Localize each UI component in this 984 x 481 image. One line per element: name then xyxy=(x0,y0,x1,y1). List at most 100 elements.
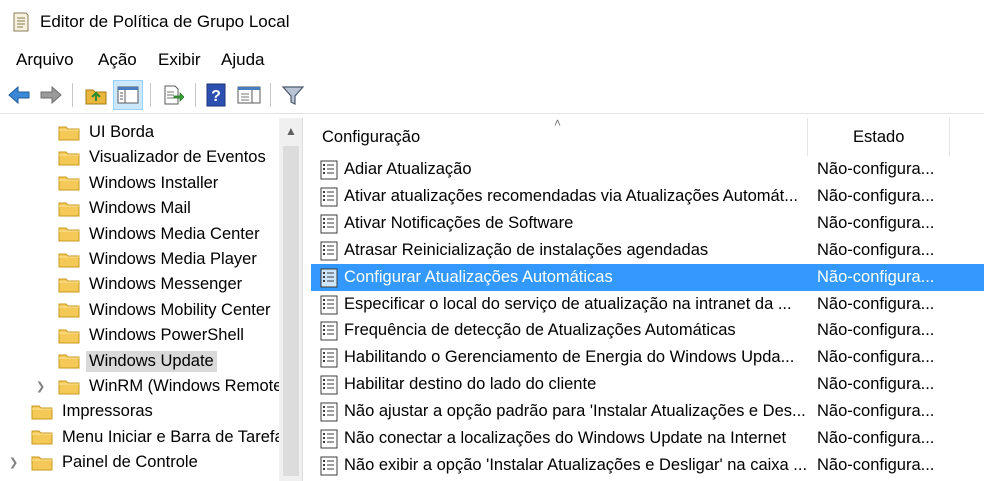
policy-setting-icon xyxy=(320,321,338,341)
show-hide-console-tree-button[interactable] xyxy=(113,80,143,110)
tree-vertical-scrollbar[interactable]: ▲ xyxy=(279,118,302,481)
policy-name: Não conectar a localizações do Windows U… xyxy=(344,429,787,447)
tree-item[interactable]: Visualizador de Eventos xyxy=(58,145,266,170)
column-header-label: Configuração xyxy=(322,127,421,146)
export-list-button[interactable] xyxy=(158,80,188,110)
folder-icon xyxy=(58,354,80,369)
policy-row[interactable]: Especificar o local do serviço de atuali… xyxy=(311,291,984,318)
tree-item[interactable]: Menu Iniciar e Barra de Tarefa xyxy=(31,425,284,450)
tree-item-label: Painel de Controle xyxy=(62,453,198,472)
menu-arquivo[interactable]: Arquivo xyxy=(16,50,74,70)
tree-item[interactable]: Windows Mobility Center xyxy=(58,298,271,323)
policy-row[interactable]: Não ajustar a opção padrão para 'Instala… xyxy=(311,398,984,425)
policy-setting-icon xyxy=(320,241,338,261)
policy-row[interactable]: Atrasar Reinicialização de instalações a… xyxy=(311,237,984,264)
expand-chevron-icon[interactable]: ❯ xyxy=(36,380,45,393)
tree-item[interactable]: Windows Mail xyxy=(58,196,191,221)
policy-state: Não-configura... xyxy=(817,240,935,259)
policy-state: Não-configura... xyxy=(817,348,935,367)
tree-item-label: Windows Messenger xyxy=(89,275,243,294)
tree-item[interactable]: Windows PowerShell xyxy=(58,323,244,348)
tree-item-label: Windows Installer xyxy=(89,173,219,192)
expand-chevron-icon[interactable]: ❯ xyxy=(9,456,18,469)
policy-name: Não exibir a opção 'Instalar Atualizaçõe… xyxy=(344,455,808,474)
policy-row[interactable]: Ativar atualizações recomendadas via Atu… xyxy=(311,183,984,210)
back-arrow-icon xyxy=(8,85,30,105)
policy-setting-icon xyxy=(320,429,338,449)
policy-state: Não-configura... xyxy=(817,321,935,340)
toolbar-separator xyxy=(72,83,73,107)
policy-setting-icon xyxy=(320,348,338,368)
tree-item[interactable]: Windows Installer xyxy=(58,171,218,196)
folder-icon xyxy=(58,126,80,140)
menu-ajuda[interactable]: Ajuda xyxy=(221,50,264,70)
policy-row[interactable]: Não conectar a localizações do Windows U… xyxy=(311,425,984,452)
up-one-level-button[interactable] xyxy=(81,80,111,110)
forward-button[interactable] xyxy=(36,80,66,110)
policy-editor-app-icon xyxy=(13,12,29,32)
help-button[interactable]: ? xyxy=(201,80,231,110)
tree-item-label: UI Borda xyxy=(89,123,155,141)
column-header-label: Estado xyxy=(853,127,905,146)
tree-item-label: Windows Update xyxy=(86,350,217,372)
title-bar: Editor de Política de Grupo Local xyxy=(0,0,984,44)
window-title: Editor de Política de Grupo Local xyxy=(40,12,290,31)
policy-row[interactable]: Configurar Atualizações Automáticas Não-c… xyxy=(311,263,984,291)
menu-exibir[interactable]: Exibir xyxy=(158,50,201,70)
tree-item[interactable]: Windows Messenger xyxy=(58,272,242,297)
policy-setting-icon xyxy=(320,402,338,422)
tree-item-label: Windows Media Player xyxy=(89,250,257,268)
menu-acao[interactable]: Ação xyxy=(98,50,137,70)
tree-item[interactable]: Windows Update xyxy=(58,349,217,374)
policy-name: Habilitar destino do lado do cliente xyxy=(344,375,597,394)
up-folder-icon xyxy=(85,89,107,105)
policy-row[interactable]: Adiar Atualização Não-configura... xyxy=(311,156,984,183)
policy-state: Não-configura... xyxy=(817,429,935,447)
folder-icon xyxy=(58,227,80,242)
sort-ascending-icon: ˄ xyxy=(554,118,562,130)
policy-name: Especificar o local do serviço de atuali… xyxy=(344,294,792,313)
column-header-configuracao[interactable]: ˄ Configuração xyxy=(311,118,808,156)
tree-item[interactable]: Windows Media Player xyxy=(58,247,257,272)
policy-setting-icon xyxy=(320,187,338,207)
column-header-estado[interactable]: Estado xyxy=(808,118,950,156)
policy-name: Configurar Atualizações Automáticas xyxy=(344,267,613,286)
policy-state: Não-configura... xyxy=(817,294,935,313)
policy-row[interactable]: Não exibir a opção 'Instalar Atualizaçõe… xyxy=(311,452,984,479)
show-hide-tree-icon xyxy=(117,86,139,104)
tree-item[interactable]: Impressoras xyxy=(31,399,153,424)
console-tree: UI Borda Visualizador de Eventos Windows I… xyxy=(0,118,303,481)
policy-row[interactable]: Frequência de detecção de Atualizações A… xyxy=(311,317,984,344)
policy-row[interactable]: Habilitar destino do lado do cliente Não-… xyxy=(311,371,984,398)
policy-state: Não-configura... xyxy=(817,267,935,286)
toolbar: ? xyxy=(0,76,984,114)
scrollbar-thumb[interactable] xyxy=(283,146,299,476)
policy-state: Não-configura... xyxy=(817,186,935,205)
tree-item[interactable]: WinRM (Windows Remote xyxy=(58,374,282,399)
folder-icon xyxy=(58,329,80,344)
folder-icon xyxy=(58,176,80,191)
policy-state: Não-configura... xyxy=(817,213,935,232)
policy-row[interactable]: Ativar Notificações de Software Não-confi… xyxy=(311,210,984,237)
svg-text:?: ? xyxy=(211,88,221,105)
properties-view-icon xyxy=(237,86,261,104)
policy-name: Ativar Notificações de Software xyxy=(344,213,574,232)
filter-button[interactable] xyxy=(278,80,308,110)
tree-item[interactable]: Painel de Controle xyxy=(31,450,198,475)
policy-row[interactable]: Habilitando o Gerenciamento de Energia d… xyxy=(311,344,984,371)
toolbar-separator xyxy=(150,83,151,107)
tree-item-label: WinRM (Windows Remote xyxy=(89,377,283,395)
policy-state: Não-configura... xyxy=(817,160,935,178)
folder-icon xyxy=(58,380,80,394)
back-button[interactable] xyxy=(4,80,34,110)
tree-item-label: Windows Mail xyxy=(89,199,191,218)
scroll-up-arrow-icon[interactable]: ▲ xyxy=(279,118,302,144)
folder-icon xyxy=(58,278,80,293)
properties-view-button[interactable] xyxy=(234,80,264,110)
folder-icon xyxy=(58,303,80,318)
policy-setting-icon xyxy=(320,375,338,395)
forward-arrow-icon xyxy=(40,85,62,105)
tree-item[interactable]: Windows Media Center xyxy=(58,222,260,247)
policy-setting-icon xyxy=(320,456,338,476)
tree-item[interactable]: UI Borda xyxy=(58,120,154,145)
